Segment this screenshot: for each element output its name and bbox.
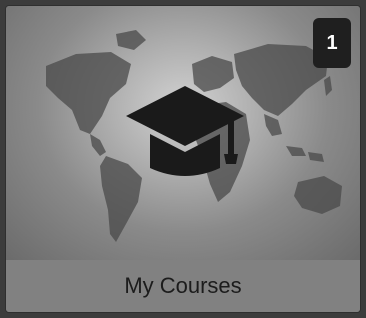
graduation-cap-icon [126,86,244,176]
tile-footer[interactable]: My Courses [6,260,360,312]
tile-title: My Courses [124,273,242,298]
page: 1 My Courses [0,0,366,318]
course-count-badge: 1 [313,18,351,68]
my-courses-tile[interactable]: 1 My Courses [6,6,360,312]
tile-image: 1 [6,6,360,260]
